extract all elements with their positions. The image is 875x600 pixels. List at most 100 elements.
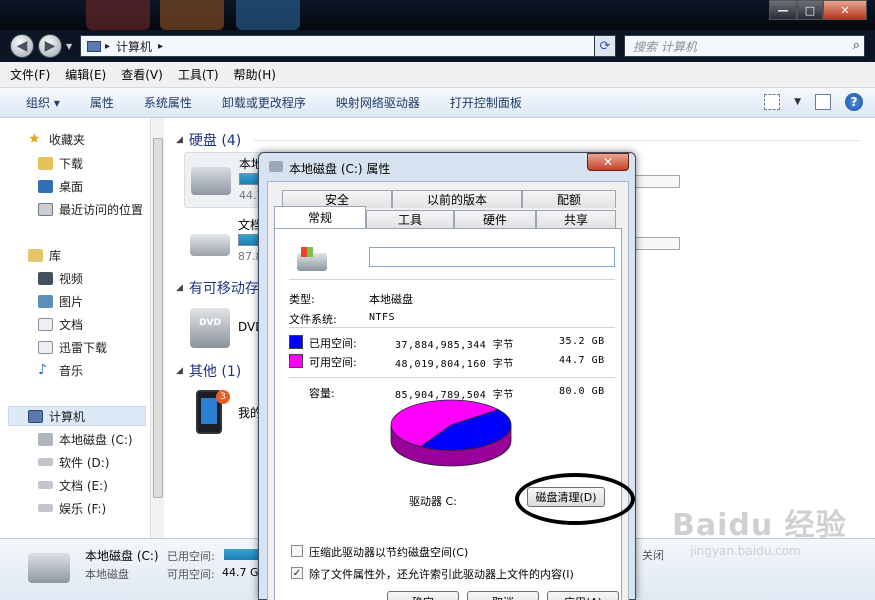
back-button[interactable]: ◀	[10, 34, 34, 58]
dialog-close-button[interactable]: ✕	[587, 153, 629, 171]
collapse-icon[interactable]: ◢	[176, 135, 183, 145]
tab-general[interactable]: 常规	[274, 206, 366, 228]
address-bar[interactable]: ▸ 计算机 ▸ ▼	[80, 35, 616, 57]
menu-file[interactable]: 文件(F)	[10, 66, 50, 83]
minimize-button[interactable]: —	[769, 0, 797, 20]
dialog-body: 安全 以前的版本 配额 常规 工具 硬件 共享 类型: 本地磁盘 文件系统: N…	[267, 181, 635, 600]
sidebar-item-libraries[interactable]: 库	[28, 246, 61, 264]
drive-letter-label: 驱动器 C:	[409, 495, 457, 508]
sidebar-item-drive-e[interactable]: 文档 (E:)	[38, 476, 108, 494]
menu-tools[interactable]: 工具(T)	[178, 66, 219, 83]
search-icon[interactable]: ⌕	[853, 38, 860, 53]
system-properties-button[interactable]: 系统属性	[144, 94, 192, 111]
tab-sharing[interactable]: 共享	[536, 210, 616, 228]
desktop-icon	[38, 179, 53, 193]
sidebar-item-favorites[interactable]: ★ 收藏夹	[28, 130, 85, 148]
free-space-bytes: 48,019,804,160 字节	[395, 359, 514, 370]
refresh-icon: ⟳	[599, 38, 611, 54]
sidebar-item-documents[interactable]: 文档	[38, 315, 83, 333]
music-icon: ♪	[38, 361, 47, 378]
details-free-value: 44.7 G	[222, 566, 259, 579]
group-header-hdd[interactable]: ◢ 硬盘 (4)	[176, 130, 241, 150]
breadcrumb-arrow[interactable]: ▸	[105, 41, 110, 52]
drive-icon	[190, 234, 230, 256]
close-button[interactable]: ✕	[823, 0, 867, 20]
uninstall-button[interactable]: 卸载或更改程序	[222, 94, 306, 111]
ok-button[interactable]: 确定	[387, 591, 459, 600]
refresh-button[interactable]: ⟳	[594, 35, 616, 57]
drive-icon	[297, 247, 327, 271]
scrollbar-thumb[interactable]	[153, 138, 163, 498]
details-drive-type: 本地磁盘	[85, 568, 129, 581]
forward-button[interactable]: ▶	[38, 34, 62, 58]
navigation-scrollbar[interactable]	[150, 118, 164, 538]
taskbar-app-icon	[160, 0, 224, 30]
tab-hardware[interactable]: 硬件	[454, 210, 536, 228]
dialog-title: 本地磁盘 (C:) 属性	[289, 162, 391, 176]
used-space-label: 已用空间:	[309, 337, 357, 350]
breadcrumb-arrow[interactable]: ▸	[158, 41, 163, 52]
properties-button[interactable]: 属性	[90, 94, 114, 111]
organize-button[interactable]: 组织 ▾	[26, 94, 60, 111]
group-header-removable[interactable]: ◢ 有可移动存	[176, 278, 259, 298]
sidebar-item-label: 迅雷下载	[59, 340, 108, 355]
collapse-icon[interactable]: ◢	[176, 366, 183, 376]
search-placeholder: 搜索 计算机	[633, 39, 697, 54]
control-panel-button[interactable]: 打开控制面板	[450, 94, 522, 111]
sidebar-item-videos[interactable]: 视频	[38, 269, 83, 287]
tab-quota[interactable]: 配额	[522, 190, 616, 208]
sidebar-item-label: 本地磁盘 (C:)	[59, 432, 133, 447]
sidebar-item-recent[interactable]: 最近访问的位置	[38, 200, 143, 218]
breadcrumb-computer[interactable]: 计算机	[116, 38, 152, 55]
maximize-button[interactable]: □	[797, 0, 823, 20]
tab-tools[interactable]: 工具	[366, 210, 454, 228]
menu-view[interactable]: 查看(V)	[121, 66, 163, 83]
help-icon[interactable]: ?	[845, 93, 863, 111]
divider	[289, 279, 615, 280]
recent-pages-dropdown[interactable]: ▼	[66, 42, 72, 51]
free-space-gb: 44.7 GB	[559, 355, 605, 366]
command-bar: 组织 ▾ 属性 系统属性 卸载或更改程序 映射网络驱动器 打开控制面板 ▼ ?	[0, 88, 875, 118]
compress-checkbox[interactable]	[291, 545, 303, 557]
sidebar-item-drive-f[interactable]: 娱乐 (F:)	[38, 499, 106, 517]
drive-icon	[28, 553, 70, 583]
apply-button[interactable]: 应用(A)	[547, 591, 619, 600]
sidebar-item-xunlei[interactable]: 迅雷下载	[38, 338, 107, 356]
windows-drive-icon	[191, 167, 231, 195]
sidebar-item-drive-d[interactable]: 软件 (D:)	[38, 453, 109, 471]
properties-dialog: 本地磁盘 (C:) 属性 ✕ 安全 以前的版本 配额 常规 工具 硬件 共享 类…	[258, 152, 636, 600]
search-input[interactable]: 搜索 计算机 ⌕	[624, 35, 865, 57]
details-close-label: 关闭	[642, 549, 664, 562]
drive-icon	[269, 161, 283, 172]
sidebar-item-label: 软件 (D:)	[59, 455, 110, 470]
view-dropdown-icon[interactable]: ▼	[794, 97, 801, 107]
group-header-other[interactable]: ◢ 其他 (1)	[176, 361, 241, 381]
sidebar-item-downloads[interactable]: 下载	[38, 154, 83, 172]
collapse-icon[interactable]: ◢	[176, 283, 183, 293]
preview-pane-icon[interactable]	[815, 94, 831, 110]
menu-edit[interactable]: 编辑(E)	[65, 66, 106, 83]
menu-help[interactable]: 帮助(H)	[234, 66, 276, 83]
sidebar-item-music[interactable]: ♪ 音乐	[38, 361, 83, 379]
used-space-bytes: 37,884,985,344 字节	[395, 340, 514, 351]
documents-icon	[38, 317, 53, 331]
cancel-button[interactable]: 取消	[467, 591, 539, 600]
watermark-url: jingyan.baidu.com	[690, 544, 801, 558]
computer-icon	[87, 40, 101, 52]
system-drive-icon	[38, 432, 53, 446]
map-drive-button[interactable]: 映射网络驱动器	[336, 94, 420, 111]
change-view-icon[interactable]	[764, 94, 781, 110]
group-header-label: 有可移动存	[188, 281, 259, 297]
drive-icon	[38, 481, 53, 489]
index-checkbox[interactable]: ✓	[291, 567, 303, 579]
sidebar-item-computer[interactable]: 计算机	[28, 407, 85, 425]
video-icon	[38, 271, 53, 285]
sidebar-item-pictures[interactable]: 图片	[38, 292, 83, 310]
type-value: 本地磁盘	[369, 293, 413, 306]
volume-name-input[interactable]	[369, 247, 615, 267]
sidebar-item-label: 娱乐 (F:)	[59, 501, 107, 516]
sidebar-item-drive-c[interactable]: 本地磁盘 (C:)	[38, 430, 133, 448]
tab-previous-versions[interactable]: 以前的版本	[392, 190, 522, 208]
sidebar-item-desktop[interactable]: 桌面	[38, 177, 83, 195]
checkmark-icon: ✓	[292, 567, 302, 579]
